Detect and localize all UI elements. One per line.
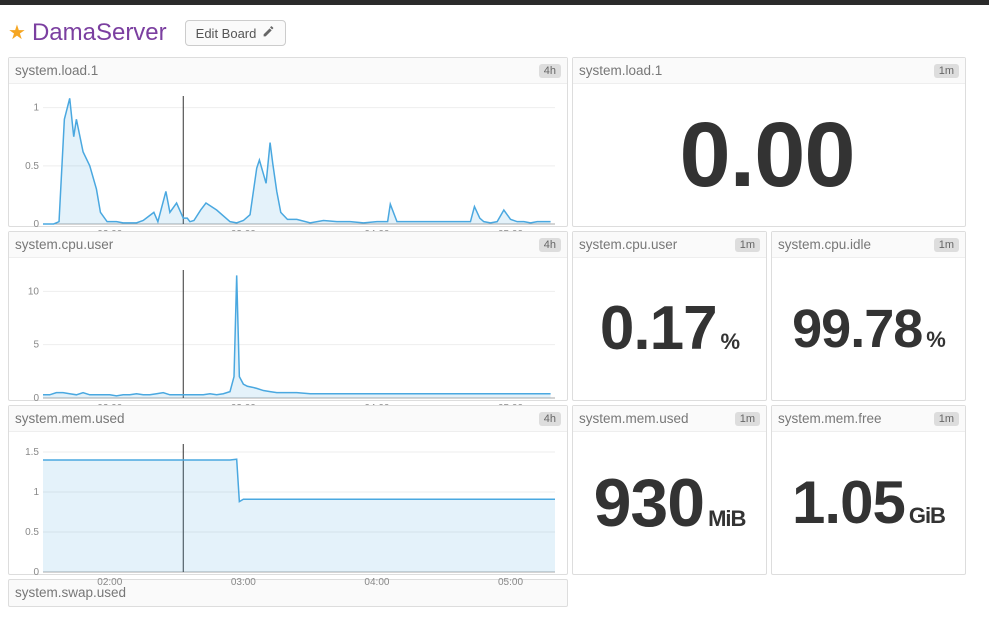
metric-value: 0.00 [679, 109, 858, 201]
svg-text:10: 10 [28, 286, 40, 297]
svg-text:0: 0 [33, 567, 39, 578]
range-tag: 1m [735, 238, 760, 252]
svg-text:1.5: 1.5 [25, 447, 39, 458]
panel-header: system.cpu.user 1m [573, 232, 766, 258]
dashboard-header: ★ DamaServer Edit Board [0, 5, 989, 57]
panel-header: system.cpu.idle 1m [772, 232, 965, 258]
range-tag: 1m [934, 64, 959, 78]
dashboard-title: DamaServer [32, 19, 167, 47]
metric-value: 0.17% [600, 298, 739, 360]
panel-title: system.load.1 [579, 63, 662, 78]
panel-load-chart[interactable]: system.load.1 4h 00.5102:0003:0004:0005:… [8, 57, 568, 227]
dashboard-grid: system.load.1 4h 0 0.5 1 02:00 03:00 04:00 05:… [0, 57, 989, 607]
edit-board-label: Edit Board [196, 26, 257, 41]
svg-text:02:00: 02:00 [97, 577, 122, 588]
star-icon[interactable]: ★ [8, 23, 26, 43]
panel-header: system.cpu.user 4h [9, 232, 567, 258]
svg-text:05:00: 05:00 [498, 577, 523, 588]
range-tag: 4h [539, 412, 561, 426]
panel-load-value[interactable]: system.load.1 1m 0.00 [572, 57, 966, 227]
svg-text:0.5: 0.5 [25, 161, 39, 172]
panel-cpu-user-chart[interactable]: system.cpu.user 4h 051002:0003:0004:0005… [8, 231, 568, 401]
svg-text:0: 0 [33, 393, 39, 404]
svg-text:1: 1 [33, 103, 39, 114]
chart-body: 0 0.5 1 1.5 02:00 03:00 04:00 05:00 [9, 432, 567, 606]
pencil-icon [262, 25, 275, 41]
range-tag: 4h [539, 238, 561, 252]
svg-text:5: 5 [33, 340, 39, 351]
range-tag: 1m [934, 238, 959, 252]
svg-text:0: 0 [33, 219, 39, 230]
metric-value: 99.78% [792, 302, 945, 356]
line-chart: 0 0.5 1 1.5 02:00 03:00 04:00 05:00 [15, 438, 561, 588]
line-chart: 00.5102:0003:0004:0005:00 [15, 90, 561, 240]
range-tag: 1m [934, 412, 959, 426]
svg-text:04:00: 04:00 [364, 577, 389, 588]
panel-header: system.mem.used 1m [573, 406, 766, 432]
panel-header: system.mem.free 1m [772, 406, 965, 432]
panel-title: system.mem.used [15, 411, 125, 426]
range-tag: 1m [735, 412, 760, 426]
panel-header: system.load.1 1m [573, 58, 965, 84]
range-tag: 4h [539, 64, 561, 78]
panel-title: system.cpu.user [15, 237, 113, 252]
line-chart: 051002:0003:0004:0005:00 [15, 264, 561, 414]
metric-value: 930MiB [594, 469, 746, 537]
panel-title: system.load.1 [15, 63, 98, 78]
panel-title: system.mem.free [778, 411, 882, 426]
panel-cpu-user-value[interactable]: system.cpu.user 1m 0.17% [572, 231, 767, 401]
svg-text:0.5: 0.5 [25, 527, 39, 538]
panel-header: system.mem.used 4h [9, 406, 567, 432]
svg-text:1: 1 [33, 487, 39, 498]
panel-title: system.cpu.idle [778, 237, 871, 252]
panel-header: system.load.1 4h [9, 58, 567, 84]
panel-mem-used-chart[interactable]: system.mem.used 4h 00.511.502:0003:0004:… [8, 405, 568, 575]
panel-title: system.mem.used [579, 411, 689, 426]
panel-title: system.cpu.user [579, 237, 677, 252]
panel-mem-free-value[interactable]: system.mem.free 1m 1.05GiB [771, 405, 966, 575]
metric-value: 1.05GiB [792, 473, 945, 533]
svg-text:03:00: 03:00 [231, 577, 256, 588]
edit-board-button[interactable]: Edit Board [185, 20, 287, 46]
panel-cpu-idle-value[interactable]: system.cpu.idle 1m 99.78% [771, 231, 966, 401]
panel-mem-used-value[interactable]: system.mem.used 1m 930MiB [572, 405, 767, 575]
